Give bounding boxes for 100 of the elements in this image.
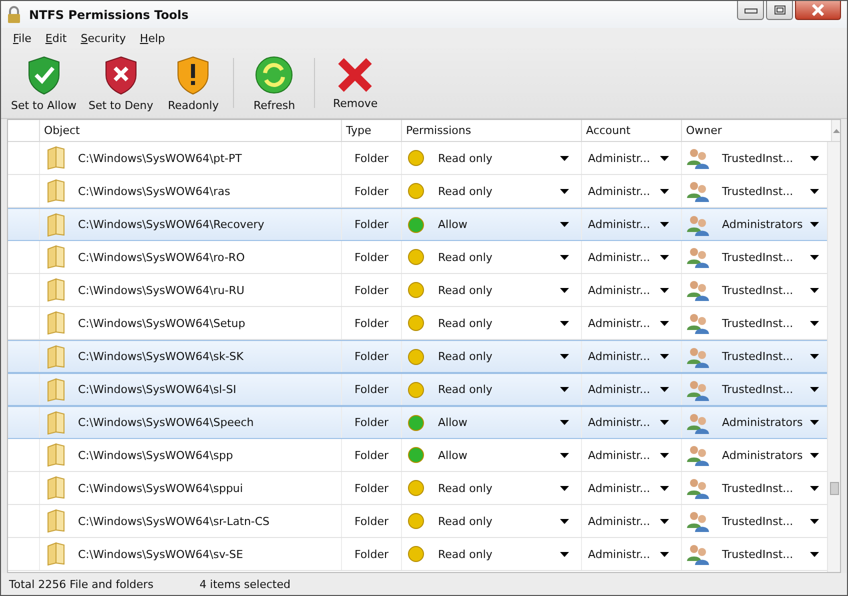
owner-text: TrustedInst...	[722, 250, 794, 264]
permission-text: Allow	[438, 448, 468, 462]
dropdown-arrow-icon[interactable]	[560, 222, 569, 227]
type-text: Folder	[354, 350, 388, 363]
toolbar-button[interactable]: Set to Allow	[5, 52, 82, 114]
permission-text: Read only	[438, 482, 494, 494]
shield-check-icon	[26, 54, 62, 94]
object-path: C:\Windows\SysWOW64\Setup	[78, 316, 246, 330]
type-text: Folder	[354, 514, 388, 528]
table-row[interactable]: C:\Windows\SysWOW64\pt-PT Folder Read only Administr... TrustedInst...	[8, 142, 827, 175]
table-row[interactable]: C:\Windows\SysWOW64\sk-SK Folder Read only Administr... TrustedInst...	[8, 340, 827, 373]
folder-icon	[46, 410, 66, 434]
folder-icon	[46, 344, 66, 368]
scrollbar[interactable]	[827, 142, 840, 572]
dropdown-arrow-icon[interactable]	[660, 222, 669, 227]
folder-icon	[46, 146, 66, 170]
dropdown-arrow-icon[interactable]	[560, 486, 569, 490]
dropdown-arrow-icon[interactable]	[560, 156, 569, 160]
dropdown-arrow-icon[interactable]	[560, 420, 569, 425]
toolbar-button[interactable]: Set to Deny	[82, 52, 160, 114]
dropdown-arrow-icon[interactable]	[660, 486, 669, 490]
owner-text: TrustedInst...	[722, 548, 794, 560]
toolbar-button[interactable]: Refresh	[240, 52, 308, 114]
type-text: Folder	[354, 548, 388, 560]
close-button[interactable]	[795, 1, 841, 20]
column-header[interactable]: Permissions	[402, 120, 582, 141]
dropdown-arrow-icon[interactable]	[810, 156, 819, 160]
type-text: Folder	[354, 448, 388, 462]
folder-icon	[46, 179, 66, 203]
folder-icon	[46, 245, 66, 269]
menu-item[interactable]: File	[13, 32, 32, 44]
scrollbar-thumb[interactable]	[830, 482, 839, 495]
dropdown-arrow-icon[interactable]	[810, 552, 819, 556]
owner-text: TrustedInst...	[722, 184, 794, 198]
menu-item[interactable]: Edit	[45, 32, 67, 44]
status-text: Total 2256 File and folders	[9, 578, 154, 590]
minimize-icon	[744, 6, 758, 14]
dropdown-arrow-icon[interactable]	[560, 387, 569, 392]
shield-cross-icon	[102, 54, 139, 94]
owner-text: TrustedInst...	[722, 482, 794, 494]
owner-text: TrustedInst...	[722, 316, 794, 330]
window-title: NTFS Permissions Tools	[29, 8, 190, 22]
table-row[interactable]: C:\Windows\SysWOW64\Recovery Folder Allow Administr... Administrators	[8, 208, 827, 241]
dropdown-arrow-icon[interactable]	[660, 288, 669, 292]
object-path: C:\Windows\SysWOW64\spp	[78, 448, 233, 462]
column-header[interactable]: Object	[40, 120, 342, 141]
dropdown-arrow-icon[interactable]	[560, 320, 569, 326]
account-text: Administr...	[588, 250, 652, 264]
remove-icon	[337, 56, 374, 92]
table-row[interactable]: C:\Windows\SysWOW64\sl-SI Folder Read only Administr... TrustedInst...	[8, 373, 827, 406]
dropdown-arrow-icon[interactable]	[560, 354, 569, 359]
permission-text: Allow	[438, 416, 468, 429]
dropdown-arrow-icon[interactable]	[810, 387, 819, 392]
dropdown-arrow-icon[interactable]	[660, 156, 669, 160]
toolbar-button[interactable]: Remove	[321, 54, 390, 112]
dropdown-arrow-icon[interactable]	[810, 518, 819, 524]
dropdown-arrow-icon[interactable]	[810, 320, 819, 326]
dropdown-arrow-icon[interactable]	[560, 254, 569, 260]
dropdown-arrow-icon[interactable]	[560, 552, 569, 556]
menu-item[interactable]: Security	[80, 32, 126, 44]
maximize-button[interactable]	[766, 1, 793, 20]
type-text: Folder	[354, 316, 388, 330]
padlock-icon	[7, 6, 21, 24]
menu-item[interactable]: Help	[140, 32, 166, 44]
users-icon	[686, 312, 710, 334]
dropdown-arrow-icon[interactable]	[810, 420, 819, 425]
object-path: C:\Windows\SysWOW64\sr-Latn-CS	[78, 514, 270, 528]
dropdown-arrow-icon[interactable]	[560, 518, 569, 524]
dropdown-arrow-icon[interactable]	[660, 320, 669, 326]
toolbar-button[interactable]: Readonly	[159, 52, 228, 114]
object-path: C:\Windows\SysWOW64\Recovery	[78, 218, 264, 231]
dropdown-arrow-icon[interactable]	[560, 188, 569, 194]
dropdown-arrow-icon[interactable]	[810, 354, 819, 359]
dropdown-arrow-icon[interactable]	[660, 452, 669, 458]
dropdown-arrow-icon[interactable]	[660, 420, 669, 425]
dropdown-arrow-icon[interactable]	[660, 188, 669, 194]
column-header[interactable]: Account	[582, 120, 682, 141]
dropdown-arrow-icon[interactable]	[660, 354, 669, 359]
dropdown-arrow-icon[interactable]	[660, 387, 669, 392]
dropdown-arrow-icon[interactable]	[810, 254, 819, 260]
dropdown-arrow-icon[interactable]	[560, 288, 569, 292]
dropdown-arrow-icon[interactable]	[810, 486, 819, 490]
dropdown-arrow-icon[interactable]	[810, 288, 819, 292]
folder-icon	[46, 542, 66, 566]
scroll-up-button[interactable]	[832, 120, 840, 141]
dropdown-arrow-icon[interactable]	[810, 452, 819, 458]
dropdown-arrow-icon[interactable]	[660, 254, 669, 260]
users-icon	[686, 543, 710, 565]
dropdown-arrow-icon[interactable]	[810, 188, 819, 194]
column-header[interactable]: Type	[342, 120, 402, 141]
dropdown-arrow-icon[interactable]	[560, 452, 569, 458]
users-icon	[686, 477, 710, 499]
table-row[interactable]: C:\Windows\SysWOW64\Speech Folder Allow Administr... Administrators	[8, 406, 827, 439]
dropdown-arrow-icon[interactable]	[660, 518, 669, 524]
type-text: Folder	[354, 184, 388, 198]
folder-icon	[46, 311, 66, 335]
minimize-button[interactable]	[737, 1, 764, 20]
dropdown-arrow-icon[interactable]	[810, 222, 819, 227]
dropdown-arrow-icon[interactable]	[660, 552, 669, 556]
folder-icon	[46, 476, 66, 500]
